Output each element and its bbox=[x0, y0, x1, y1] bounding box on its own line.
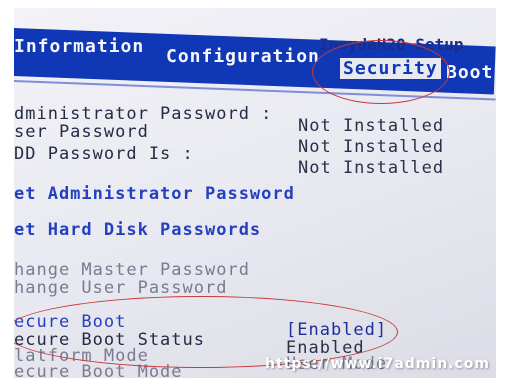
change-master-password-item: hange Master Password bbox=[14, 260, 250, 280]
watermark: https://www.i7admin.com bbox=[265, 356, 490, 372]
admin-password-label: dministrator Password : bbox=[14, 104, 273, 124]
user-password-value: Not Installed bbox=[298, 137, 445, 157]
hdd-password-label: DD Password Is : bbox=[14, 144, 194, 164]
set-hdd-passwords-item[interactable]: et Hard Disk Passwords bbox=[14, 220, 261, 240]
hdd-password-value: Not Installed bbox=[298, 158, 445, 178]
tab-information[interactable]: Information bbox=[14, 36, 144, 57]
set-admin-password-item[interactable]: et Administrator Password bbox=[14, 184, 295, 204]
bios-screen-photo: InsydeH20 Setup Information Configuratio… bbox=[14, 8, 496, 378]
tab-boot[interactable]: Boot bbox=[446, 62, 493, 83]
change-user-password-item: hange User Password bbox=[14, 278, 228, 298]
admin-password-value: Not Installed bbox=[298, 116, 445, 136]
user-password-label: ser Password bbox=[14, 122, 149, 142]
security-tab-highlight bbox=[312, 40, 450, 104]
tab-configuration[interactable]: Configuration bbox=[166, 46, 320, 67]
